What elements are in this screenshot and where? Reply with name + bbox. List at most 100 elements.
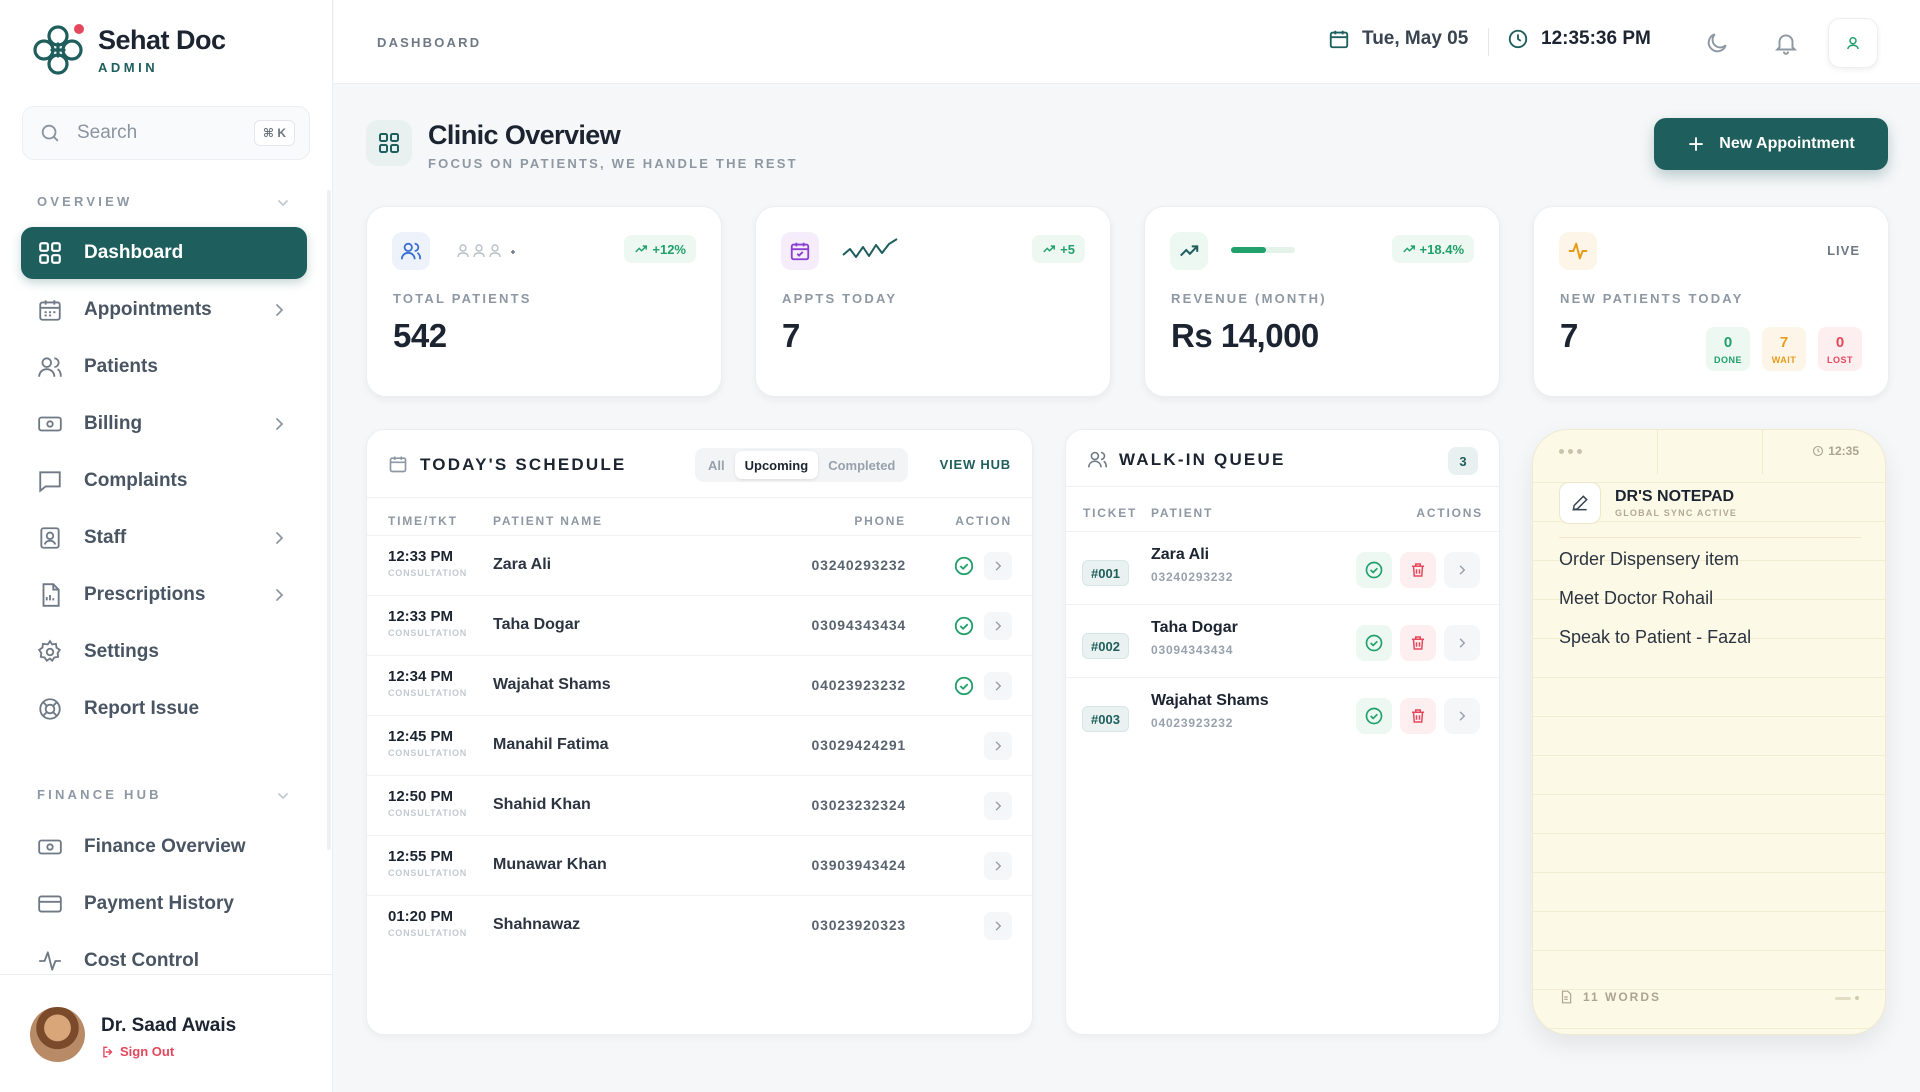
mini-stat-done: 0 DONE (1706, 327, 1750, 371)
lifebuoy-icon (39, 698, 61, 720)
brand-role: ADMIN (98, 60, 159, 75)
open-row-button[interactable] (984, 552, 1012, 580)
sidebar-item-report-issue[interactable]: Report Issue (21, 683, 307, 735)
edit-button[interactable] (1559, 482, 1601, 524)
search-input[interactable] (77, 122, 247, 144)
resize-handle[interactable] (1835, 996, 1859, 1000)
chevron-right-icon (276, 589, 284, 601)
open-row-button[interactable] (1444, 552, 1480, 588)
sidebar-item-settings[interactable]: Settings (21, 626, 307, 678)
table-row[interactable]: 12:50 PM CONSULTATION Shahid Khan 030232323… (367, 775, 1032, 835)
trend-value: +5 (1060, 241, 1075, 257)
table-row[interactable]: 01:20 PM CONSULTATION Shahnawaz 03023920323 (367, 895, 1032, 955)
sidebar-item-label: Finance Overview (84, 836, 246, 857)
patient-name: Munawar Khan (493, 856, 607, 873)
note-line[interactable]: Speak to Patient - Fazal (1559, 627, 1751, 648)
note-line[interactable]: Meet Doctor Rohail (1559, 588, 1713, 609)
note-line[interactable]: Order Dispensery item (1559, 549, 1739, 570)
accept-button[interactable] (1356, 552, 1392, 588)
column-header: PATIENT (1151, 506, 1214, 520)
page-subtitle: FOCUS ON PATIENTS, WE HANDLE THE REST (428, 156, 798, 171)
calendar-icon (389, 456, 407, 473)
breadcrumb: DASHBOARD (377, 35, 482, 50)
queue-row[interactable]: #003 Wajahat Shams 04023923232 (1066, 677, 1499, 750)
check-circle-icon[interactable] (953, 675, 975, 697)
stat-revenue-month[interactable]: +18.4% REVENUE (MONTH) Rs 14,000 (1144, 206, 1500, 397)
accept-button[interactable] (1356, 625, 1392, 661)
sidebar-scrollbar[interactable] (327, 190, 331, 850)
more-icon[interactable] (1559, 449, 1582, 454)
open-row-button[interactable] (984, 852, 1012, 880)
sidebar-item-label: Staff (84, 527, 127, 548)
open-row-button[interactable] (1444, 698, 1480, 734)
table-row[interactable]: 12:55 PM CONSULTATION Munawar Khan 03903943… (367, 835, 1032, 895)
delete-button[interactable] (1400, 698, 1436, 734)
open-row-button[interactable] (984, 612, 1012, 640)
sidebar-item-patients[interactable]: Patients (21, 341, 307, 393)
brand[interactable]: Sehat Doc ADMIN (30, 22, 226, 78)
delete-button[interactable] (1400, 552, 1436, 588)
moon-icon[interactable] (1704, 30, 1730, 56)
sidebar-item-complaints[interactable]: Complaints (21, 455, 307, 507)
table-row[interactable]: 12:33 PM CONSULTATION Zara Ali 03240293232 (367, 535, 1032, 595)
table-row[interactable]: 12:45 PM CONSULTATION Manahil Fatima 030294… (367, 715, 1032, 775)
file-icon (1561, 990, 1572, 1004)
bell-icon[interactable] (1773, 30, 1799, 56)
queue-row[interactable]: #001 Zara Ali 03240293232 (1066, 531, 1499, 604)
patient-phone: 03240293232 (1151, 570, 1234, 584)
pulse-icon (1559, 232, 1597, 270)
doctor-notepad[interactable]: 12:35 DR'S NOTEPAD GLOBAL SYNC ACTIVE Or… (1532, 429, 1886, 1035)
patient-name: Manahil Fatima (493, 736, 609, 753)
sidebar-item-prescriptions[interactable]: Prescriptions (21, 569, 307, 621)
open-row-button[interactable] (984, 912, 1012, 940)
open-row-button[interactable] (1444, 625, 1480, 661)
appointment-type: CONSULTATION (388, 568, 468, 578)
view-hub-link[interactable]: VIEW HUB (940, 457, 1011, 472)
appointment-type: CONSULTATION (388, 748, 468, 758)
new-appointment-button[interactable]: New Appointment (1654, 118, 1888, 170)
plus-icon (1689, 137, 1704, 151)
sign-out-link[interactable]: Sign Out (101, 1044, 174, 1059)
queue-row[interactable]: #002 Taha Dogar 03094343434 (1066, 604, 1499, 677)
chevron-right-icon (995, 681, 1002, 691)
cash-icon (38, 839, 62, 855)
word-count: 11 WORDS (1559, 990, 1661, 1004)
stat-label: TOTAL PATIENTS (393, 291, 532, 306)
avatar[interactable] (30, 1007, 85, 1062)
sign-out-label: Sign Out (120, 1044, 175, 1059)
search-box[interactable]: ⌘ K (22, 106, 310, 160)
mini-stat-value: 0 (1835, 333, 1845, 351)
filter-completed[interactable]: Completed (818, 451, 905, 479)
sidebar-item-billing[interactable]: Billing (21, 398, 307, 450)
chevron-down-icon[interactable] (276, 196, 290, 210)
table-row[interactable]: 12:34 PM CONSULTATION Wajahat Shams 0402392… (367, 655, 1032, 715)
chevron-down-icon[interactable] (276, 789, 290, 803)
stat-total-patients[interactable]: +12% TOTAL PATIENTS 542 (366, 206, 722, 397)
sidebar-item-appointments[interactable]: Appointments (21, 284, 307, 336)
open-row-button[interactable] (984, 792, 1012, 820)
revenue-progress-fill (1231, 247, 1267, 253)
sidebar-item-finance-overview[interactable]: Finance Overview (21, 821, 307, 873)
sparkline-icon (842, 238, 898, 258)
logout-icon (103, 1046, 113, 1057)
trash-icon (1412, 709, 1424, 723)
open-row-button[interactable] (984, 672, 1012, 700)
open-row-button[interactable] (984, 732, 1012, 760)
trend-value: +18.4% (1419, 241, 1464, 257)
filter-all[interactable]: All (698, 451, 735, 479)
filter-upcoming[interactable]: Upcoming (734, 451, 819, 479)
word-count-text: 11 WORDS (1583, 990, 1662, 1004)
stat-appts-today[interactable]: +5 APPTS TODAY 7 (755, 206, 1111, 397)
sidebar-item-dashboard[interactable]: Dashboard (21, 227, 307, 279)
table-row[interactable]: 12:33 PM CONSULTATION Taha Dogar 0309434343… (367, 595, 1032, 655)
accept-button[interactable] (1356, 698, 1392, 734)
check-circle-icon[interactable] (953, 555, 975, 577)
queue-header: WALK-IN QUEUE 3 (1066, 430, 1499, 487)
stat-new-patients-today[interactable]: LIVE NEW PATIENTS TODAY 7 0 DONE 7 WAIT … (1533, 206, 1889, 397)
chevron-right-icon (995, 921, 1002, 931)
sidebar-item-staff[interactable]: Staff (21, 512, 307, 564)
check-circle-icon[interactable] (953, 615, 975, 637)
sidebar-item-payment-history[interactable]: Payment History (21, 878, 307, 930)
delete-button[interactable] (1400, 625, 1436, 661)
profile-button[interactable] (1828, 18, 1878, 68)
